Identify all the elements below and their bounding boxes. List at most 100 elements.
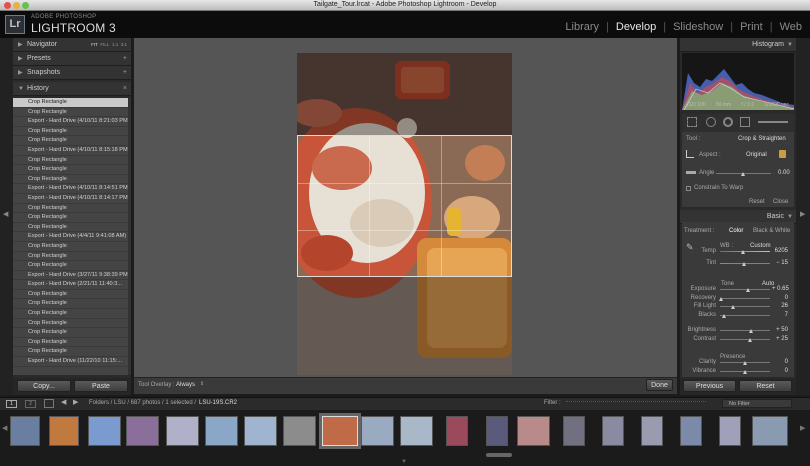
filmstrip-thumbnail[interactable] bbox=[680, 416, 702, 446]
angle-slider-knob[interactable] bbox=[741, 172, 745, 176]
graduated-filter-tool-icon[interactable] bbox=[740, 117, 750, 127]
brightness-slider-knob[interactable] bbox=[749, 329, 753, 333]
temp-value[interactable]: 6205 bbox=[772, 248, 788, 254]
filmstrip-thumbnail[interactable] bbox=[49, 416, 79, 446]
history-item[interactable]: Crop Rectangle bbox=[13, 261, 131, 271]
history-item[interactable]: Export - Hard Drive (4/4/11 9:41:08 AM) bbox=[13, 232, 131, 242]
history-item[interactable]: Crop Rectangle bbox=[13, 242, 131, 252]
filmstrip-thumbnail[interactable] bbox=[322, 416, 358, 446]
done-button[interactable]: Done bbox=[646, 379, 673, 391]
navigator-zoom-options[interactable]: FIT FILL 1:1 3:1 bbox=[91, 38, 127, 52]
filmstrip-thumbnail[interactable] bbox=[283, 416, 316, 446]
module-web[interactable]: Web bbox=[778, 21, 804, 33]
history-item[interactable]: Crop Rectangle bbox=[13, 165, 131, 175]
filmstrip-thumbnail[interactable] bbox=[361, 416, 394, 446]
blacks-value[interactable]: 7 bbox=[772, 312, 788, 318]
history-list[interactable]: Crop Rectangle Crop Rectangle Export - Har… bbox=[13, 98, 131, 375]
history-item[interactable]: Crop Rectangle bbox=[13, 338, 131, 348]
filmstrip-thumbnail[interactable] bbox=[244, 416, 277, 446]
history-item[interactable]: Crop Rectangle bbox=[13, 223, 131, 233]
history-item[interactable]: Crop Rectangle bbox=[13, 156, 131, 166]
clarity-slider-knob[interactable] bbox=[743, 361, 747, 365]
history-item[interactable]: Crop Rectangle bbox=[13, 136, 131, 146]
exposure-value[interactable]: + 0.65 bbox=[772, 286, 789, 292]
contrast-slider[interactable] bbox=[720, 339, 770, 340]
filmstrip-thumbnail[interactable] bbox=[400, 416, 433, 446]
aspect-select[interactable]: Original bbox=[746, 152, 767, 158]
history-item[interactable]: Export - Hard Drive (4/10/11 8:14:17 PM) bbox=[13, 194, 131, 204]
brightness-slider[interactable] bbox=[720, 330, 770, 331]
temp-slider[interactable] bbox=[720, 251, 770, 252]
lock-icon[interactable] bbox=[779, 150, 786, 158]
history-item[interactable]: Export - Hard Drive (4/10/11 8:21:03 PM) bbox=[13, 117, 131, 127]
filmstrip-thumbnail[interactable] bbox=[517, 416, 550, 446]
selected-filename[interactable]: LSU-19S.CR2 bbox=[199, 400, 237, 406]
filmstrip-thumbnail[interactable] bbox=[10, 416, 40, 446]
crop-reset-button[interactable]: Reset bbox=[749, 199, 765, 205]
module-library[interactable]: Library bbox=[563, 21, 601, 33]
filmstrip-thumbnail[interactable] bbox=[602, 416, 624, 446]
filmstrip-scroll-right-icon[interactable]: ▶ bbox=[800, 424, 805, 432]
module-slideshow[interactable]: Slideshow bbox=[671, 21, 725, 33]
filter-stars[interactable] bbox=[566, 401, 706, 406]
module-print[interactable]: Print bbox=[738, 21, 765, 33]
page-2-button[interactable]: 2 bbox=[25, 400, 36, 408]
vibrance-value[interactable]: 0 bbox=[772, 368, 788, 374]
history-item[interactable]: Export - Hard Drive (4/10/11 8:15:18 PM) bbox=[13, 146, 131, 156]
crop-overlay-tool-icon[interactable] bbox=[687, 117, 697, 127]
tool-overlay-select[interactable]: Always bbox=[176, 382, 195, 388]
angle-value[interactable]: 0.00 bbox=[778, 170, 790, 176]
history-item[interactable]: Crop Rectangle bbox=[13, 204, 131, 214]
blacks-slider[interactable] bbox=[720, 315, 770, 316]
filmstrip-thumbnail[interactable] bbox=[563, 416, 585, 446]
navigator-header[interactable]: ▶ Navigator FIT FILL 1:1 3:1 bbox=[13, 38, 131, 52]
history-item[interactable]: Crop Rectangle bbox=[13, 252, 131, 262]
filmstrip-thumbnail[interactable] bbox=[88, 416, 121, 446]
history-item[interactable]: Crop Rectangle bbox=[13, 127, 131, 137]
temp-slider-knob[interactable] bbox=[740, 250, 745, 254]
fill-light-slider-knob[interactable] bbox=[731, 305, 735, 309]
presets-header[interactable]: ▶ Presets + bbox=[13, 52, 131, 66]
filmstrip-thumbnail[interactable] bbox=[446, 416, 468, 446]
constrain-checkbox[interactable] bbox=[686, 186, 691, 191]
history-item[interactable]: Crop Rectangle bbox=[13, 299, 131, 310]
contrast-value[interactable]: + 25 bbox=[772, 336, 788, 342]
filmstrip-thumbnail[interactable] bbox=[166, 416, 199, 446]
left-arrow-icon[interactable]: ◀ bbox=[3, 210, 8, 218]
filter-select[interactable]: No Filter bbox=[722, 399, 792, 408]
history-item[interactable]: Export - Hard Drive (4/10/11 8:14:51 PM) bbox=[13, 184, 131, 194]
wb-select[interactable]: Custom bbox=[750, 243, 771, 249]
dropdown-arrows-icon[interactable]: ⇕ bbox=[200, 381, 204, 387]
blacks-slider-knob[interactable] bbox=[721, 314, 726, 318]
recovery-slider-knob[interactable] bbox=[719, 297, 723, 301]
crop-close-button[interactable]: Close bbox=[773, 199, 788, 205]
filmstrip-thumbnail[interactable] bbox=[752, 416, 788, 446]
treatment-color[interactable]: Color bbox=[729, 228, 743, 234]
history-item[interactable]: Crop Rectangle bbox=[13, 309, 131, 319]
snapshots-header[interactable]: ▶ Snapshots + bbox=[13, 66, 131, 80]
treatment-black-white[interactable]: Black & White bbox=[753, 228, 790, 234]
previous-button[interactable]: Previous bbox=[683, 380, 736, 392]
history-item[interactable]: Crop Rectangle bbox=[13, 328, 131, 338]
reset-button[interactable]: Reset bbox=[739, 380, 792, 392]
recovery-slider[interactable] bbox=[720, 298, 770, 299]
filmstrip-thumbnail[interactable] bbox=[486, 416, 508, 446]
tint-value[interactable]: − 15 bbox=[772, 260, 788, 266]
history-item[interactable]: Export - Hard Drive (3/27/11 9:38:39 PM) bbox=[13, 271, 131, 281]
history-item[interactable]: Crop Rectangle bbox=[13, 290, 131, 300]
history-item[interactable]: Crop Rectangle bbox=[13, 347, 131, 358]
copy-button[interactable]: Copy... bbox=[17, 380, 71, 392]
source-path[interactable]: Folders / LSU / 687 photos / 1 selected … bbox=[89, 400, 196, 406]
history-item[interactable]: Crop Rectangle bbox=[13, 213, 131, 223]
tint-slider-knob[interactable] bbox=[741, 262, 746, 266]
spot-removal-tool-icon[interactable] bbox=[706, 117, 716, 127]
exposure-slider-knob[interactable] bbox=[745, 288, 750, 292]
adjustment-brush-tool-icon[interactable] bbox=[758, 121, 788, 123]
right-arrow-icon[interactable]: ▶ bbox=[800, 210, 805, 218]
add-snapshot-icon[interactable]: + bbox=[123, 66, 127, 80]
filmstrip-scrollbar[interactable] bbox=[486, 453, 512, 457]
vibrance-slider-knob[interactable] bbox=[743, 370, 747, 374]
history-scrollbar[interactable] bbox=[128, 98, 131, 375]
hide-filmstrip-icon[interactable]: ▼ bbox=[401, 459, 407, 465]
page-1-button[interactable]: 1 bbox=[6, 400, 17, 408]
